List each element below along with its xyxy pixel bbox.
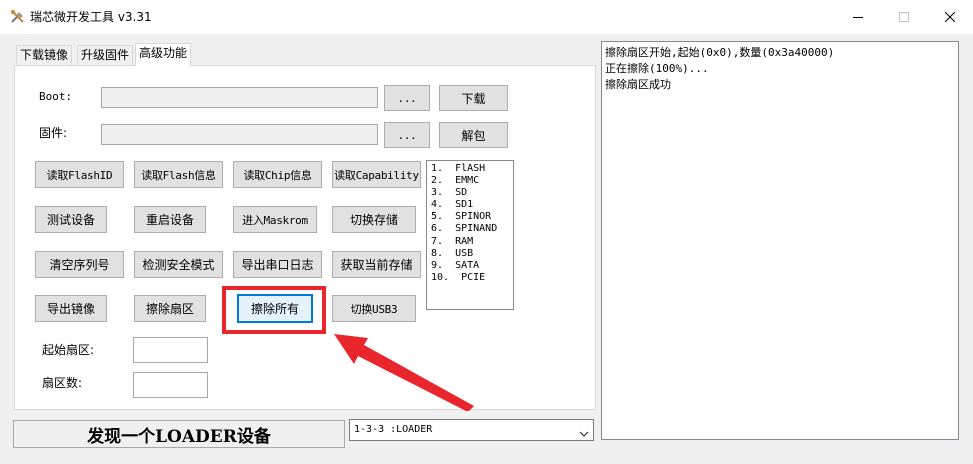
switch-storage-button[interactable]: 切换存储 bbox=[332, 206, 416, 233]
device-select-value: 1-3-3 :LOADER bbox=[354, 424, 433, 435]
list-item[interactable]: 3. SD bbox=[431, 187, 513, 199]
firmware-unpack-button[interactable]: 解包 bbox=[439, 122, 508, 148]
minimize-icon bbox=[853, 12, 863, 22]
list-item[interactable]: 6. SPINAND bbox=[431, 223, 513, 235]
minimize-button[interactable] bbox=[835, 0, 881, 34]
firmware-path-input[interactable] bbox=[101, 124, 378, 145]
enter-maskrom-button[interactable]: 进入Maskrom bbox=[233, 206, 317, 233]
highlight-box bbox=[222, 286, 326, 334]
annotation-arrow-icon bbox=[328, 326, 478, 412]
list-item[interactable]: 9. SATA bbox=[431, 260, 513, 272]
log-line: 擦除扇区开始,起始(0x0),数量(0x3a40000) bbox=[605, 46, 835, 59]
switch-usb3-button[interactable]: 切换USB3 bbox=[332, 295, 416, 322]
list-item[interactable]: 2. EMMC bbox=[431, 175, 513, 187]
log-output[interactable]: 擦除扇区开始,起始(0x0),数量(0x3a40000) 正在擦除(100%).… bbox=[601, 41, 959, 440]
read-capability-button[interactable]: 读取Capability bbox=[332, 161, 421, 188]
list-item[interactable]: 1. FlASH bbox=[431, 163, 513, 175]
log-line: 正在擦除(100%)... bbox=[605, 62, 709, 75]
detect-secure-mode-button[interactable]: 检测安全模式 bbox=[134, 251, 223, 278]
tab-upgrade-firmware[interactable]: 升级固件 bbox=[77, 45, 134, 66]
start-sector-label: 起始扇区: bbox=[42, 343, 95, 357]
list-item[interactable]: 7. RAM bbox=[431, 236, 513, 248]
device-select[interactable]: 1-3-3 :LOADER bbox=[349, 419, 594, 441]
tab-download-image[interactable]: 下载镜像 bbox=[16, 45, 73, 66]
read-flash-info-button[interactable]: 读取Flash信息 bbox=[134, 161, 223, 188]
export-serial-log-button[interactable]: 导出串口日志 bbox=[233, 251, 322, 278]
window-title: 瑞芯微开发工具 v3.31 bbox=[30, 10, 152, 24]
start-sector-input[interactable] bbox=[133, 337, 208, 363]
title-bar: 瑞芯微开发工具 v3.31 bbox=[0, 0, 973, 34]
chevron-down-icon bbox=[579, 426, 589, 446]
tools-icon bbox=[10, 9, 26, 25]
close-icon bbox=[945, 12, 955, 22]
clear-serial-number-button[interactable]: 清空序列号 bbox=[35, 251, 124, 278]
sector-count-input[interactable] bbox=[133, 372, 208, 398]
boot-label: Boot: bbox=[39, 90, 73, 103]
read-flash-id-button[interactable]: 读取FlashID bbox=[35, 161, 124, 188]
test-device-button[interactable]: 测试设备 bbox=[35, 206, 107, 233]
list-item[interactable]: 8. USB bbox=[431, 248, 513, 260]
firmware-browse-button[interactable]: ... bbox=[384, 122, 430, 148]
firmware-label: 固件: bbox=[39, 126, 68, 140]
boot-path-input[interactable] bbox=[101, 87, 378, 108]
maximize-icon bbox=[899, 12, 909, 22]
log-line: 擦除扇区成功 bbox=[605, 78, 671, 91]
status-message: 发现一个LOADER设备 bbox=[13, 420, 345, 448]
boot-browse-button[interactable]: ... bbox=[384, 85, 430, 111]
maximize-button[interactable] bbox=[881, 0, 927, 34]
read-chip-info-button[interactable]: 读取Chip信息 bbox=[233, 161, 322, 188]
storage-type-list[interactable]: 1. FlASH 2. EMMC 3. SD 4. SD1 5. SPINOR … bbox=[426, 160, 514, 310]
reboot-device-button[interactable]: 重启设备 bbox=[134, 206, 206, 233]
boot-download-button[interactable]: 下载 bbox=[439, 85, 508, 111]
list-item[interactable]: 4. SD1 bbox=[431, 199, 513, 211]
sector-count-label: 扇区数: bbox=[42, 376, 83, 390]
list-item[interactable]: 10. PCIE bbox=[431, 272, 513, 284]
close-button[interactable] bbox=[927, 0, 973, 34]
export-image-button[interactable]: 导出镜像 bbox=[35, 295, 107, 322]
tab-advanced-functions[interactable]: 高级功能 bbox=[135, 43, 192, 66]
erase-sector-button[interactable]: 擦除扇区 bbox=[134, 295, 206, 322]
get-current-storage-button[interactable]: 获取当前存储 bbox=[332, 251, 421, 278]
list-item[interactable]: 5. SPINOR bbox=[431, 211, 513, 223]
